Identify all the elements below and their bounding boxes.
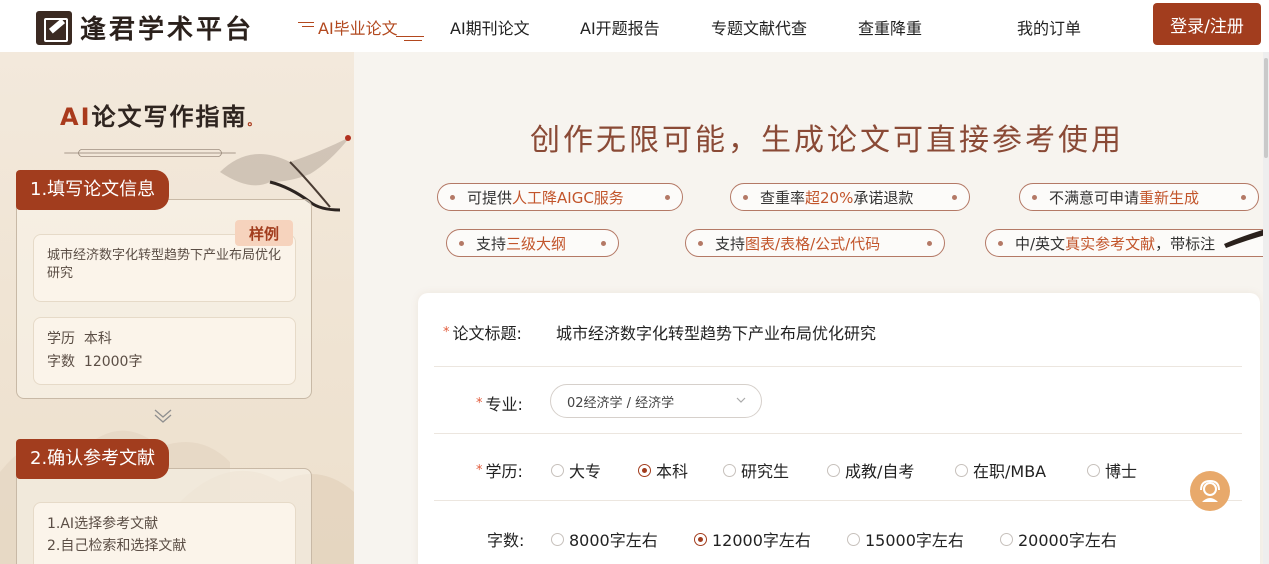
degree-option-adult-education[interactable]: 成教/自考 [827, 458, 914, 482]
major-select[interactable]: 02经济学 / 经济学 [550, 384, 762, 418]
row-divider [434, 366, 1242, 367]
nav-item-my-orders[interactable]: 我的订单 [1017, 15, 1081, 39]
sample-title-text: 城市经济数字化转型趋势下产业布局优化研究 [47, 248, 282, 281]
sample-degree-row: 学历 本科 [47, 331, 112, 347]
chevron-down-icon [736, 397, 746, 403]
step2-tag: 2.确认参考文献 [16, 439, 170, 479]
chevron-down-icon [154, 409, 172, 423]
brand-name: 逢君学术平台 [80, 15, 255, 45]
login-register-button[interactable]: 登录/注册 [1153, 3, 1261, 45]
nav-item-literature-search[interactable]: 专题文献代查 [711, 15, 807, 39]
quill-logo-icon [36, 10, 72, 45]
brush-icon [1224, 228, 1269, 248]
degree-option-postgraduate[interactable]: 研究生 [723, 458, 789, 482]
words-label: 字数: [487, 531, 525, 550]
writing-guide-sidebar: AI论文写作指南。 1.填写论文信息 城市经济数字化转型趋势下产业布局优化研究 … [0, 52, 354, 564]
row-divider [434, 500, 1242, 501]
nav-item-ai-proposal[interactable]: AI开题报告 [580, 15, 660, 39]
page-scrollbar[interactable] [1263, 52, 1269, 564]
guide-title: AI论文写作指南。 [60, 102, 262, 131]
degree-option-mba[interactable]: 在职/MBA [955, 458, 1046, 482]
sample-meta-box: 学历 本科 字数 12000字 [33, 317, 296, 385]
feature-pill-charts: 支持 图表/表格/公式/代码 [685, 229, 945, 257]
nav-active-deco-left-2 [302, 26, 314, 27]
feature-pill-aigc: 可提供 人工降AIGC服务 [437, 183, 683, 211]
nav-active-deco-right-2 [404, 40, 422, 41]
sample-words-row: 字数 12000字 [47, 354, 143, 370]
row-divider [434, 433, 1242, 434]
brand-logo[interactable]: 逢君学术平台 [36, 9, 254, 46]
nav-item-plagiarism-check[interactable]: 查重降重 [858, 15, 922, 39]
nav-item-ai-journal[interactable]: AI期刊论文 [450, 15, 530, 39]
degree-option-phd[interactable]: 博士 [1087, 458, 1137, 482]
top-nav-bar: 逢君学术平台 AI毕业论文 AI期刊论文 AI开题报告 专题文献代查 查重降重 … [0, 0, 1269, 52]
degree-label: * 学历: [476, 462, 523, 481]
sample-badge: 样例 [235, 220, 293, 246]
words-option-15000[interactable]: 15000字左右 [847, 527, 964, 551]
reference-step-2: 2.自己检索和选择文献 [47, 538, 187, 554]
reference-step-1: 1.AI选择参考文献 [47, 516, 159, 532]
title-input[interactable]: 城市经济数字化转型趋势下产业布局优化研究 [556, 320, 876, 344]
major-label: * 专业: [476, 395, 523, 414]
degree-option-bachelor[interactable]: 本科 [638, 458, 688, 482]
feature-pill-refund: 查重率 超20% 承诺退款 [730, 183, 970, 211]
customer-service-button[interactable] [1190, 471, 1230, 511]
reference-steps-box: 1.AI选择参考文献 2.自己检索和选择文献 [33, 502, 296, 564]
degree-option-junior-college[interactable]: 大专 [551, 458, 601, 482]
nav-active-deco-left [298, 22, 314, 23]
words-option-20000[interactable]: 20000字左右 [1000, 527, 1117, 551]
hero-title: 创作无限可能，生成论文可直接参考使用 [530, 123, 1124, 158]
feature-pill-outline: 支持 三级大纲 [446, 229, 619, 257]
words-option-12000[interactable]: 12000字左右 [694, 527, 811, 551]
feature-pill-regenerate: 不满意可申请 重新生成 [1019, 183, 1259, 211]
nav-item-ai-thesis[interactable]: AI毕业论文 [318, 15, 398, 39]
words-option-8000[interactable]: 8000字左右 [551, 527, 658, 551]
nav-active-deco-right [396, 36, 424, 37]
step1-tag: 1.填写论文信息 [16, 170, 170, 210]
support-agent-icon [1200, 479, 1220, 502]
title-label: * 论文标题: [443, 324, 522, 343]
